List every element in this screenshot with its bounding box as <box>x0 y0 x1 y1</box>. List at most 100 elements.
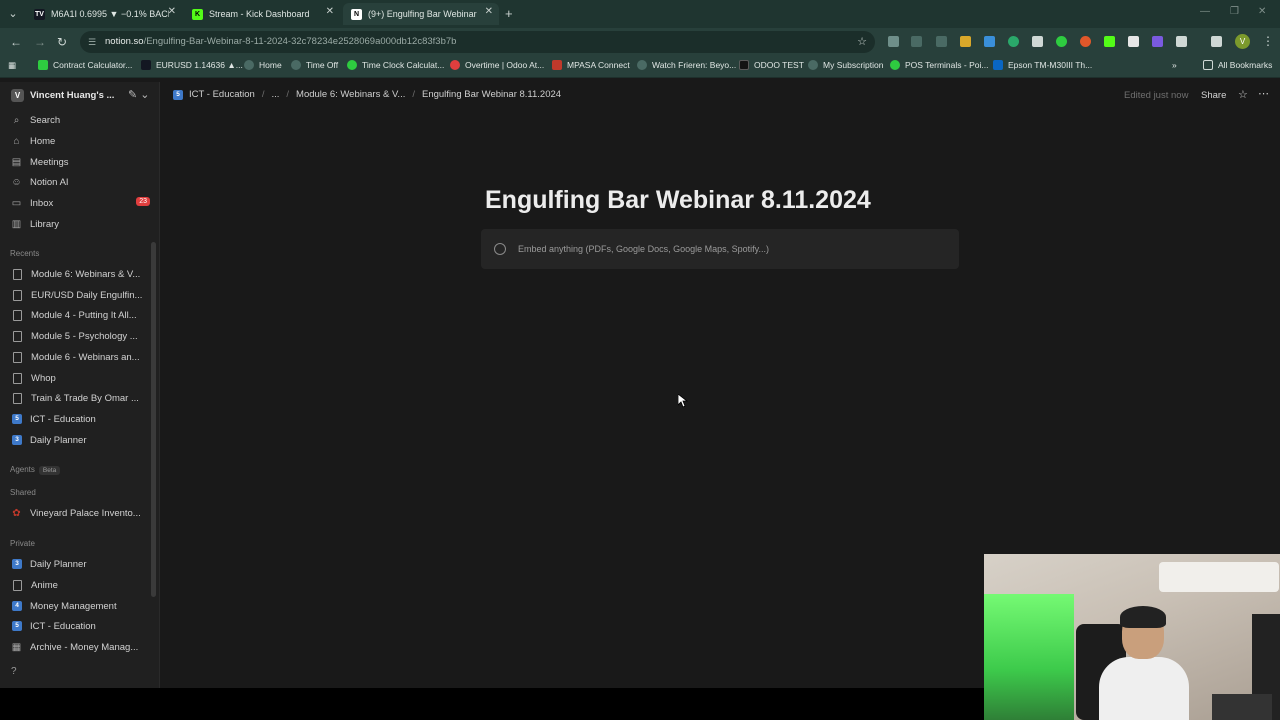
beta-badge: Beta <box>38 466 61 475</box>
sidebar-recent-item[interactable]: Module 4 - Putting It All... <box>10 306 150 324</box>
sidebar-shared-item[interactable]: ✿ Vineyard Palace Invento... <box>10 504 150 522</box>
extension-icon[interactable] <box>1128 36 1139 47</box>
sidebar-recent-item[interactable]: 5 ICT - Education <box>10 410 150 428</box>
back-icon[interactable]: ← <box>10 35 22 49</box>
bookmark-item[interactable]: EURUSD 1.14636 ▲... <box>141 60 243 70</box>
url-bar[interactable]: ☰ notion.so/Engulfing-Bar-Webinar-8-11-2… <box>80 31 875 53</box>
bookmark-star-icon[interactable]: ☆ <box>857 31 867 53</box>
bookmark-item[interactable]: POS Terminals - Poi... <box>890 60 988 70</box>
sidebar-item-library[interactable]: ▥ Library <box>10 215 150 233</box>
sidebar-private-item[interactable]: Anime <box>10 576 150 594</box>
bookmark-item[interactable]: Watch Frieren: Beyo... <box>637 60 736 70</box>
sidebar-item-inbox[interactable]: ▭ Inbox 23 <box>10 194 150 212</box>
extension-icon[interactable] <box>888 36 899 47</box>
reload-icon[interactable]: ↻ <box>57 35 67 49</box>
sidebar-recent-item[interactable]: Whop <box>10 369 150 387</box>
more-options-icon[interactable]: ⋯ <box>1258 87 1269 100</box>
browser-tab[interactable]: TV M6A1I 0.6995 ▼ −0.1% BACKT ✕ <box>26 3 182 25</box>
profile-avatar[interactable]: V <box>1235 34 1250 49</box>
kick-icon: K <box>192 8 203 20</box>
tab-search-chevron-icon[interactable]: ⌄ <box>4 5 22 23</box>
bookmarks-overflow-icon[interactable]: » <box>1172 60 1177 70</box>
share-button[interactable]: Share <box>1201 90 1226 101</box>
sidebar-private-item[interactable]: 4 Money Management <box>10 597 150 615</box>
maximize-icon[interactable]: ❐ <box>1230 6 1239 17</box>
minimize-icon[interactable]: — <box>1200 6 1210 17</box>
extension-icon[interactable] <box>1008 36 1019 47</box>
bookmark-favicon-icon <box>38 60 48 70</box>
new-tab-icon[interactable]: + <box>505 6 513 21</box>
extension-icon[interactable] <box>960 36 971 47</box>
database-icon: 3 <box>12 435 22 445</box>
inbox-icon: ▭ <box>11 197 22 209</box>
new-page-icon[interactable]: ✎ ⌄ <box>128 88 150 101</box>
extension-icon[interactable] <box>1032 36 1043 47</box>
breadcrumb-item[interactable]: Module 6: Webinars & V... <box>296 89 405 100</box>
bookmark-item[interactable]: Time Off <box>291 60 338 70</box>
close-icon[interactable]: ✕ <box>168 6 176 17</box>
bookmark-favicon-icon <box>141 60 151 70</box>
extension-icon[interactable] <box>984 36 995 47</box>
breadcrumb-item[interactable]: Engulfing Bar Webinar 8.11.2024 <box>422 89 561 100</box>
browser-tab-active[interactable]: N (9+) Engulfing Bar Webinar 8.1 ✕ <box>343 3 499 25</box>
page-title[interactable]: Engulfing Bar Webinar 8.11.2024 <box>485 186 871 215</box>
sidebar-recent-item[interactable]: EUR/USD Daily Engulfin... <box>10 286 150 304</box>
sidebar-recent-item[interactable]: Module 6 - Webinars an... <box>10 348 150 366</box>
browser-toolbar: ← → ↻ ☰ notion.so/Engulfing-Bar-Webinar-… <box>0 28 1280 56</box>
sidebar-scrollbar[interactable] <box>151 242 156 597</box>
help-icon[interactable]: ? <box>11 666 17 677</box>
browser-tab[interactable]: K Stream - Kick Dashboard ✕ <box>184 3 340 25</box>
bookmark-item[interactable]: Time Clock Calculat... <box>347 60 444 70</box>
forward-icon[interactable]: → <box>34 35 46 49</box>
sidebar-recent-item[interactable]: Module 5 - Psychology ... <box>10 327 150 345</box>
bookmark-item[interactable]: My Subscription <box>808 60 883 70</box>
agents-heading[interactable]: Agents Beta <box>10 465 61 475</box>
sidebar-item-notion-ai[interactable]: ☺ Notion AI <box>10 173 150 191</box>
shared-heading: Shared <box>10 488 36 497</box>
bookmark-item[interactable]: Overtime | Odoo At... <box>450 60 544 70</box>
extension-icon[interactable] <box>1152 36 1163 47</box>
media-control-icon[interactable] <box>1211 36 1222 47</box>
sidebar-private-item[interactable]: ▦ Archive - Money Manag... <box>10 638 150 656</box>
breadcrumb-item[interactable]: ... <box>271 89 279 100</box>
close-icon[interactable]: ✕ <box>485 6 493 17</box>
sidebar-recent-item[interactable]: Train & Trade By Omar ... <box>10 389 150 407</box>
page-icon <box>13 351 22 363</box>
bookmark-item[interactable]: MPASA Connect <box>552 60 630 70</box>
extension-icon[interactable] <box>911 36 922 47</box>
favorite-star-icon[interactable]: ☆ <box>1238 88 1248 101</box>
sidebar-recent-item[interactable]: Module 6: Webinars & V... <box>10 265 150 283</box>
library-icon: ▥ <box>11 218 22 230</box>
bookmark-favicon-icon <box>808 60 818 70</box>
extension-icon[interactable] <box>1104 36 1115 47</box>
bookmark-item[interactable]: Epson TM-M30III Th... <box>993 60 1092 70</box>
bookmark-item[interactable]: ODOO TEST <box>739 60 804 70</box>
workspace-switcher[interactable]: V Vincent Huang's ... <box>11 89 114 102</box>
sidebar-item-search[interactable]: ⌕ Search <box>10 111 150 129</box>
extensions-puzzle-icon[interactable] <box>1176 36 1187 47</box>
bookmark-favicon-icon <box>739 60 749 70</box>
home-icon: ⌂ <box>13 135 20 147</box>
extension-icon[interactable] <box>936 36 947 47</box>
sidebar-private-item[interactable]: 3 Daily Planner <box>10 555 150 573</box>
embed-block[interactable]: Embed anything (PDFs, Google Docs, Googl… <box>481 229 959 269</box>
recents-heading: Recents <box>10 249 40 258</box>
apps-grid-icon[interactable]: ▦ <box>8 60 16 71</box>
tab-title: (9+) Engulfing Bar Webinar 8.1 <box>368 9 478 19</box>
browser-menu-icon[interactable]: ⋮ <box>1262 34 1274 48</box>
sidebar-item-home[interactable]: ⌂ Home <box>10 132 150 150</box>
sidebar-recent-item[interactable]: 3 Daily Planner <box>10 431 150 449</box>
tab-title: Stream - Kick Dashboard <box>209 9 310 19</box>
folder-icon <box>1203 60 1213 70</box>
bookmark-item[interactable]: Home <box>244 60 282 70</box>
extension-icon[interactable] <box>1080 36 1091 47</box>
sidebar-item-meetings[interactable]: ▤ Meetings <box>10 153 150 171</box>
bookmark-item[interactable]: Contract Calculator... <box>38 60 132 70</box>
breadcrumb-item[interactable]: ICT - Education <box>189 89 255 100</box>
all-bookmarks-button[interactable]: All Bookmarks <box>1203 60 1272 70</box>
extension-icon[interactable] <box>1056 36 1067 47</box>
site-info-icon[interactable]: ☰ <box>88 31 96 53</box>
sidebar-private-item[interactable]: 5 ICT - Education <box>10 617 150 635</box>
close-icon[interactable]: ✕ <box>326 6 334 17</box>
window-close-icon[interactable]: ✕ <box>1258 6 1266 17</box>
